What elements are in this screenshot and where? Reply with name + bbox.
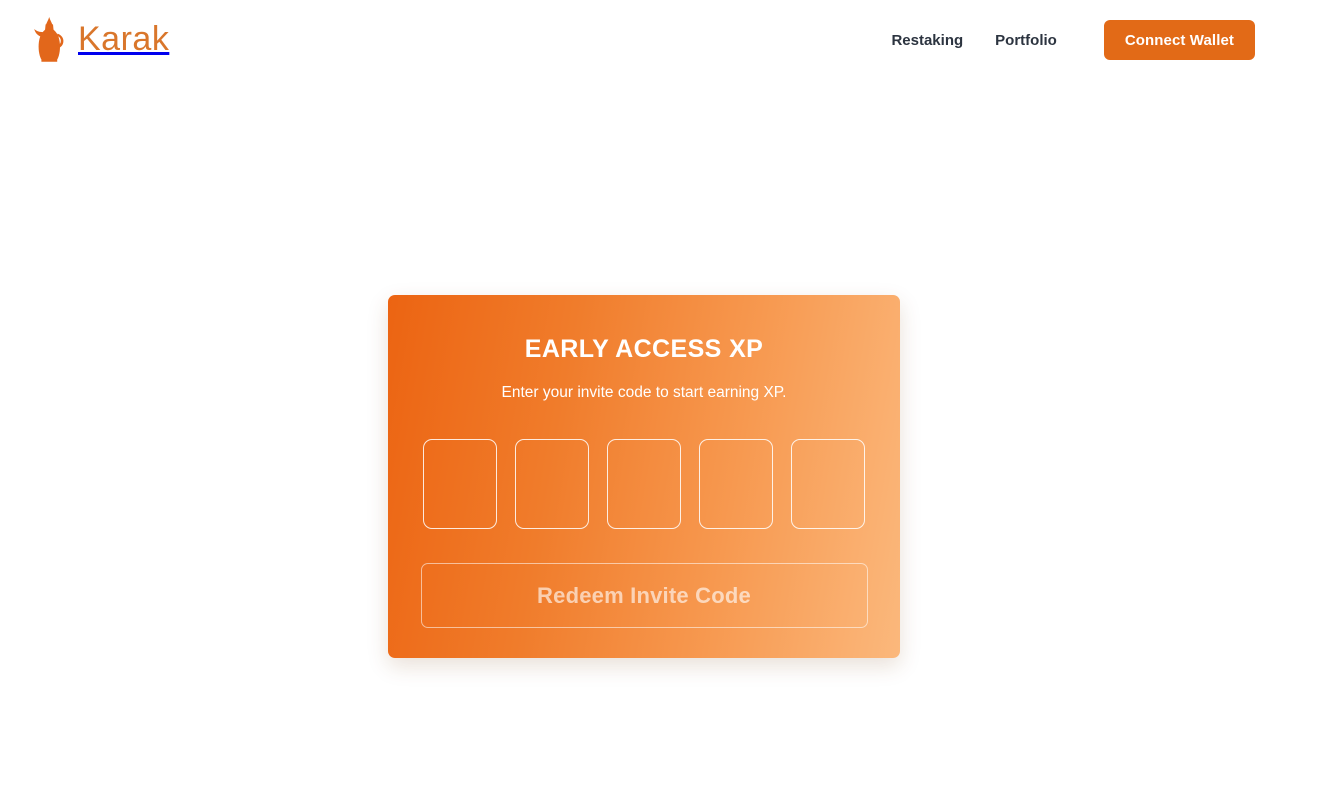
invite-code-input-group xyxy=(423,439,865,530)
card-title: EARLY ACCESS XP xyxy=(524,335,764,363)
early-access-xp-card: EARLY ACCESS XP Enter your invite code t… xyxy=(388,295,900,658)
brand-logo-link[interactable]: Karak xyxy=(30,16,169,64)
invite-code-digit-2[interactable] xyxy=(515,439,589,530)
nav-link-portfolio[interactable]: Portfolio xyxy=(979,22,1073,59)
primary-nav: Restaking Portfolio Connect Wallet xyxy=(875,20,1255,60)
invite-code-digit-1[interactable] xyxy=(423,439,497,530)
invite-code-digit-4[interactable] xyxy=(699,439,773,530)
invite-code-digit-3[interactable] xyxy=(607,439,681,530)
connect-wallet-button[interactable]: Connect Wallet xyxy=(1103,20,1255,60)
nav-link-restaking[interactable]: Restaking xyxy=(875,22,979,59)
redeem-invite-code-button[interactable]: Redeem Invite Code xyxy=(420,563,868,628)
invite-code-digit-5[interactable] xyxy=(791,439,865,530)
card-subtitle: Enter your invite code to start earning … xyxy=(501,383,787,401)
page-root: Karak Restaking Portfolio Connect Wallet… xyxy=(0,0,1331,804)
site-header: Karak Restaking Portfolio Connect Wallet xyxy=(0,0,1331,80)
dallah-coffee-pot-icon xyxy=(34,17,64,62)
brand-wordmark: Karak xyxy=(78,19,170,58)
